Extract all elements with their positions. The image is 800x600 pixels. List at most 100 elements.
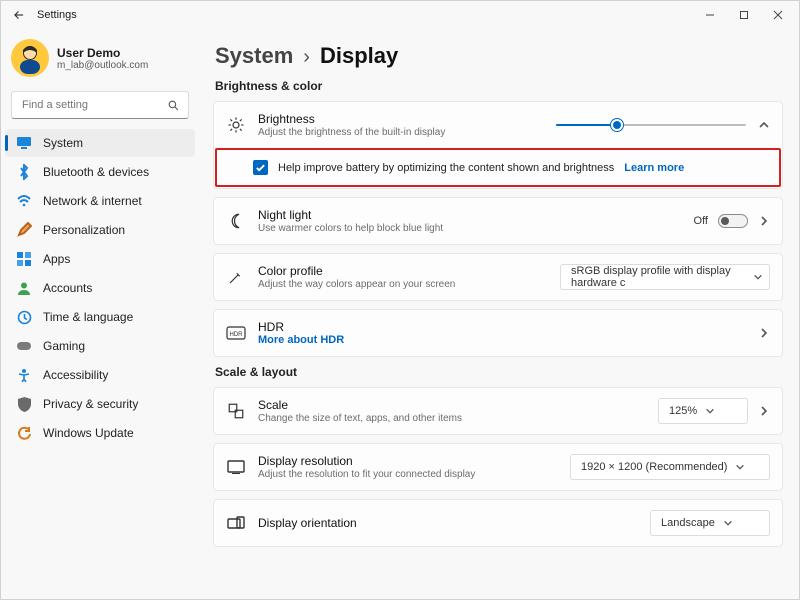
nav-label: Bluetooth & devices [43,165,149,179]
scale-card[interactable]: Scale Change the size of text, apps, and… [213,387,783,435]
chevron-down-icon [735,462,745,472]
night-light-toggle[interactable] [718,214,748,228]
avatar [11,39,49,77]
nav-list: System Bluetooth & devices Network & int… [1,129,199,447]
maximize-button[interactable] [727,1,761,29]
battery-optimize-row[interactable]: Help improve battery by optimizing the c… [215,148,781,187]
section-scale-layout: Scale & layout [215,365,783,379]
chevron-down-icon [705,406,715,416]
hdr-title: HDR [258,320,746,334]
titlebar: Settings [1,1,799,29]
update-icon [15,424,33,442]
scale-icon [226,401,246,421]
color-profile-sub: Adjust the way colors appear on your scr… [258,279,548,290]
learn-more-link[interactable]: Learn more [624,162,684,174]
color-profile-title: Color profile [258,264,548,278]
close-button[interactable] [761,1,795,29]
night-light-state: Off [694,215,708,227]
brightness-slider[interactable] [556,117,746,133]
brightness-sub: Adjust the brightness of the built-in di… [258,127,544,138]
user-name: User Demo [57,46,148,60]
orientation-value: Landscape [661,517,715,529]
nav-item-time-language[interactable]: Time & language [5,303,195,331]
orientation-card[interactable]: Display orientation Landscape [213,499,783,547]
brightness-row[interactable]: Brightness Adjust the brightness of the … [214,102,782,148]
resolution-card[interactable]: Display resolution Adjust the resolution… [213,443,783,491]
scale-value: 125% [669,405,697,417]
chevron-right-icon: › [303,46,310,69]
search-input[interactable] [20,98,167,112]
night-light-card[interactable]: Night light Use warmer colors to help bl… [213,197,783,245]
chevron-right-icon[interactable] [758,405,770,417]
scale-select[interactable]: 125% [658,398,748,424]
resolution-value: 1920 × 1200 (Recommended) [581,461,727,473]
breadcrumb-current: Display [320,43,398,69]
brightness-card: Brightness Adjust the brightness of the … [213,101,783,189]
scale-title: Scale [258,398,646,412]
nav-item-bluetooth[interactable]: Bluetooth & devices [5,158,195,186]
wifi-icon [15,192,33,210]
clock-icon [15,308,33,326]
nav-item-system[interactable]: System [5,129,195,157]
nav-label: Accessibility [43,368,108,382]
nav-item-apps[interactable]: Apps [5,245,195,273]
minimize-button[interactable] [693,1,727,29]
nav-label: System [43,136,83,150]
breadcrumb: System › Display [215,43,783,69]
hdr-link[interactable]: More about HDR [258,334,746,346]
main-panel: System › Display Brightness & color Brig… [199,29,799,599]
nav-item-privacy[interactable]: Privacy & security [5,390,195,418]
search-icon [167,99,180,112]
orientation-icon [226,513,246,533]
night-light-title: Night light [258,208,682,222]
scale-sub: Change the size of text, apps, and other… [258,413,646,424]
resolution-select[interactable]: 1920 × 1200 (Recommended) [570,454,770,480]
orientation-title: Display orientation [258,516,638,530]
nav-item-accounts[interactable]: Accounts [5,274,195,302]
search-box[interactable] [11,91,189,119]
brightness-icon [226,115,246,135]
system-icon [15,134,33,152]
orientation-select[interactable]: Landscape [650,510,770,536]
color-profile-value: sRGB display profile with display hardwa… [571,265,745,289]
user-block[interactable]: User Demo m_lab@outlook.com [1,33,199,87]
nav-label: Network & internet [43,194,142,208]
paintbrush-icon [15,221,33,239]
accounts-icon [15,279,33,297]
bluetooth-icon [15,163,33,181]
nav-item-network[interactable]: Network & internet [5,187,195,215]
hdr-card[interactable]: HDR HDR More about HDR [213,309,783,357]
back-button[interactable] [11,7,27,23]
color-profile-select[interactable]: sRGB display profile with display hardwa… [560,264,770,290]
hdr-icon: HDR [226,323,246,343]
chevron-down-icon [723,518,733,528]
chevron-down-icon [753,272,763,282]
chevron-up-icon[interactable] [758,119,770,131]
nav-item-accessibility[interactable]: Accessibility [5,361,195,389]
nav-label: Windows Update [43,426,134,440]
resolution-sub: Adjust the resolution to fit your connec… [258,469,558,480]
section-brightness-color: Brightness & color [215,79,783,93]
battery-optimize-checkbox[interactable] [253,160,268,175]
nav-item-personalization[interactable]: Personalization [5,216,195,244]
breadcrumb-parent[interactable]: System [215,43,293,69]
sidebar: User Demo m_lab@outlook.com System Bluet… [1,29,199,599]
nav-label: Gaming [43,339,85,353]
apps-icon [15,250,33,268]
color-profile-card[interactable]: Color profile Adjust the way colors appe… [213,253,783,301]
nav-label: Privacy & security [43,397,138,411]
nav-item-gaming[interactable]: Gaming [5,332,195,360]
nav-label: Apps [43,252,70,266]
user-email: m_lab@outlook.com [57,60,148,71]
resolution-title: Display resolution [258,454,558,468]
nav-item-windows-update[interactable]: Windows Update [5,419,195,447]
night-light-sub: Use warmer colors to help block blue lig… [258,223,682,234]
shield-icon [15,395,33,413]
chevron-right-icon[interactable] [758,327,770,339]
svg-text:HDR: HDR [230,332,244,338]
accessibility-icon [15,366,33,384]
chevron-right-icon[interactable] [758,215,770,227]
battery-optimize-label: Help improve battery by optimizing the c… [278,162,614,174]
resolution-icon [226,457,246,477]
gaming-icon [15,337,33,355]
